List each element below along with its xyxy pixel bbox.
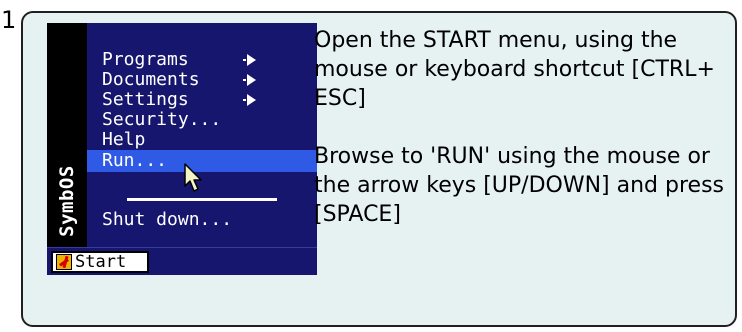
start-button[interactable]: Start <box>51 251 149 273</box>
start-menu-sidebar: SymbOS <box>47 23 87 247</box>
os-logo-text: SymbOS <box>56 165 78 237</box>
instruction-card: SymbOS Programs Documents Settings Secur… <box>21 11 737 327</box>
menu-item-label: Help <box>102 129 146 150</box>
menu-item-programs[interactable]: Programs <box>87 49 317 71</box>
step-number: 1 <box>1 6 17 34</box>
mouse-cursor-icon <box>184 163 202 192</box>
submenu-arrow-icon <box>243 74 256 86</box>
menu-item-shut-down[interactable]: Shut down... <box>87 209 317 231</box>
menu-item-label: Programs <box>102 49 189 70</box>
submenu-arrow-icon <box>243 54 256 66</box>
instruction-paragraph-1: Open the START menu, using the mouse or … <box>314 28 715 111</box>
menu-item-help[interactable]: Help <box>87 129 317 151</box>
menu-item-label: Security... <box>102 109 222 130</box>
start-menu-screenshot: SymbOS Programs Documents Settings Secur… <box>47 23 317 275</box>
menu-item-label: Documents <box>102 69 200 90</box>
menu-item-label: Run... <box>102 150 168 171</box>
taskbar: Start <box>47 247 317 275</box>
menu-item-settings[interactable]: Settings <box>87 89 317 111</box>
menu-item-security[interactable]: Security... <box>87 109 317 131</box>
start-button-label: Start <box>75 251 127 272</box>
menu-separator <box>127 198 277 201</box>
start-logo-icon <box>56 254 72 270</box>
menu-item-label: Shut down... <box>102 209 233 230</box>
instructions-text: Open the START menu, using the mouse or … <box>314 26 724 229</box>
menu-item-label: Settings <box>102 89 189 110</box>
start-menu: Programs Documents Settings Security... … <box>87 23 317 247</box>
submenu-arrow-icon <box>243 94 256 106</box>
instruction-paragraph-2: Browse to 'RUN' using the mouse or the a… <box>314 144 724 227</box>
menu-item-documents[interactable]: Documents <box>87 69 317 91</box>
